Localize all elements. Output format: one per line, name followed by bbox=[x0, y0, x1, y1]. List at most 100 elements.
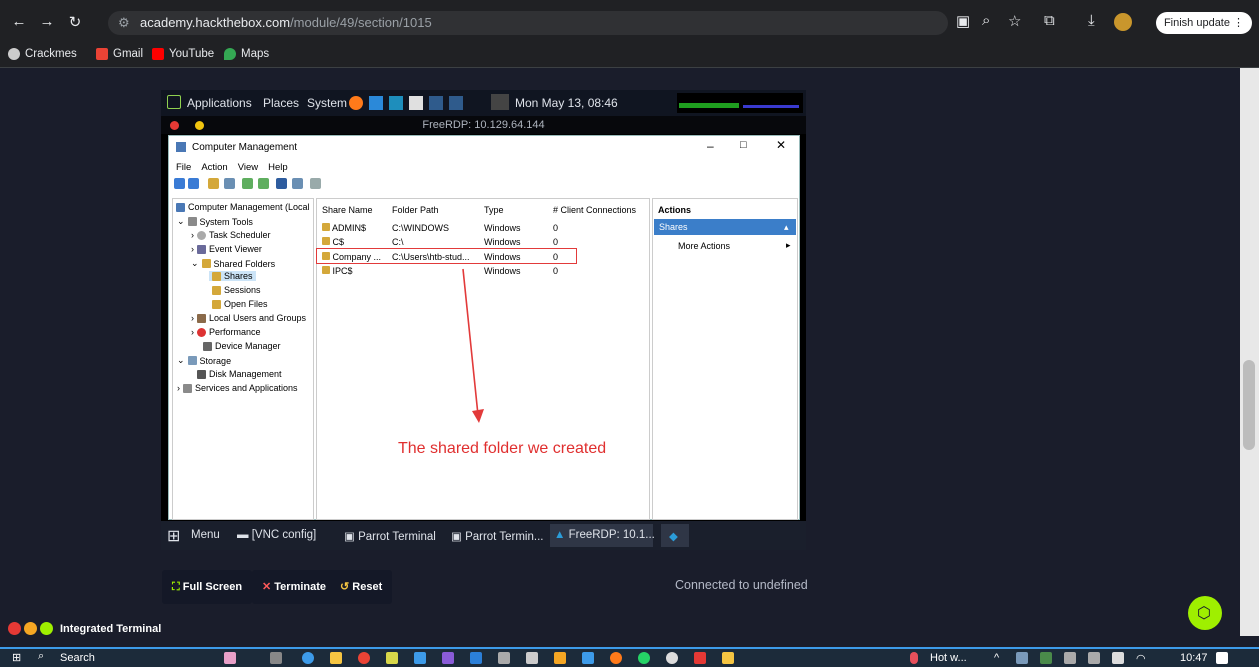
network-icon[interactable] bbox=[389, 96, 403, 110]
weather-widget[interactable]: Hot w... bbox=[930, 652, 967, 664]
reset-button[interactable]: ↺ Reset bbox=[330, 570, 393, 604]
back-icon[interactable]: ← bbox=[10, 13, 28, 30]
taskbar-parrot-icon[interactable]: ◆ bbox=[661, 524, 689, 547]
site-info-icon[interactable]: ⚙ bbox=[118, 11, 130, 35]
chevron-right-icon[interactable]: › bbox=[191, 244, 194, 254]
vscode-icon[interactable] bbox=[470, 652, 482, 664]
htb-cube-button[interactable]: ⬡ bbox=[1188, 596, 1222, 630]
terminal-icon[interactable] bbox=[429, 96, 443, 110]
terminal2-icon[interactable] bbox=[449, 96, 463, 110]
wifi-icon[interactable]: ◠ bbox=[1136, 652, 1146, 665]
tree-computer-management[interactable]: Computer Management (Local bbox=[176, 202, 310, 212]
file-explorer-icon[interactable] bbox=[330, 652, 342, 664]
integrated-terminal-bar[interactable]: Integrated Terminal bbox=[0, 620, 300, 638]
finish-update-button[interactable]: Finish update ⋮ bbox=[1156, 12, 1252, 34]
app-icon-1[interactable] bbox=[386, 652, 398, 664]
taskbar-menu[interactable]: Menu bbox=[191, 529, 220, 541]
minimize-dot-icon[interactable] bbox=[195, 121, 204, 130]
star-icon[interactable]: ☆ bbox=[1008, 12, 1021, 30]
clock-time[interactable]: 10:47 bbox=[1180, 652, 1208, 664]
menu-help[interactable]: Help bbox=[268, 162, 288, 173]
bookmark-maps[interactable]: Maps bbox=[224, 48, 269, 60]
column-folder-path[interactable]: Folder Path bbox=[392, 205, 439, 215]
tree-local-users-groups[interactable]: › Local Users and Groups bbox=[191, 313, 306, 323]
app-icon-8[interactable] bbox=[722, 652, 734, 664]
display-icon[interactable] bbox=[491, 94, 509, 110]
menu-file[interactable]: File bbox=[176, 162, 191, 173]
chevron-right-icon[interactable]: ▸ bbox=[786, 240, 791, 251]
reload-icon[interactable]: ↻ bbox=[66, 13, 84, 31]
expand-icon[interactable]: ⌄ bbox=[177, 216, 185, 227]
tree-shared-folders[interactable]: ⌄ Shared Folders bbox=[191, 258, 275, 269]
tray-icon-1[interactable] bbox=[1016, 652, 1028, 664]
applications-menu[interactable]: Applications bbox=[187, 96, 252, 110]
tray-chevron-icon[interactable]: ^ bbox=[994, 652, 999, 664]
edge-icon[interactable] bbox=[302, 652, 314, 664]
whatsapp-icon[interactable] bbox=[638, 652, 650, 664]
chevron-right-icon[interactable]: › bbox=[191, 327, 194, 337]
chevron-right-icon[interactable]: › bbox=[177, 383, 180, 393]
tray-icon-3[interactable] bbox=[1064, 652, 1076, 664]
back-arrow-icon[interactable] bbox=[174, 178, 185, 189]
app-icon-3[interactable] bbox=[498, 652, 510, 664]
tree-sessions[interactable]: Sessions bbox=[212, 285, 261, 295]
visual-studio-icon[interactable] bbox=[442, 652, 454, 664]
tree-system-tools[interactable]: ⌄ System Tools bbox=[177, 216, 253, 227]
tree-shares[interactable]: Shares bbox=[209, 271, 256, 281]
profile-avatar[interactable] bbox=[1114, 13, 1132, 31]
minimize-button[interactable]: – bbox=[707, 139, 714, 153]
close-dot-icon[interactable] bbox=[170, 121, 179, 130]
search-icon[interactable]: ⌕ bbox=[38, 650, 44, 663]
properties-icon[interactable] bbox=[292, 178, 303, 189]
battery-icon[interactable] bbox=[1112, 652, 1124, 664]
forward-icon[interactable]: → bbox=[38, 13, 56, 30]
minimize-dot-icon[interactable] bbox=[24, 622, 37, 635]
widget-icon[interactable] bbox=[224, 652, 236, 664]
export-icon[interactable] bbox=[258, 178, 269, 189]
bookmark-gmail[interactable]: Gmail bbox=[96, 48, 143, 60]
task-view-icon[interactable] bbox=[270, 652, 282, 664]
menu-action[interactable]: Action bbox=[201, 162, 227, 173]
tree-performance[interactable]: › Performance bbox=[191, 327, 261, 337]
app-icon-5[interactable] bbox=[554, 652, 566, 664]
system-menu[interactable]: System bbox=[307, 96, 347, 110]
tree-task-scheduler[interactable]: › Task Scheduler bbox=[191, 230, 271, 240]
show-tree-icon[interactable] bbox=[224, 178, 235, 189]
menu-grid-icon[interactable]: ⊞ bbox=[167, 526, 180, 546]
extensions-icon[interactable]: ⧉ bbox=[1044, 12, 1055, 29]
settings-icon[interactable] bbox=[666, 652, 678, 664]
clipboard-icon[interactable]: ▣ bbox=[956, 12, 970, 30]
taskbar-parrot-terminal-2[interactable]: ▣ Parrot Termin... bbox=[451, 529, 543, 543]
chrome-icon[interactable] bbox=[358, 652, 370, 664]
tree-open-files[interactable]: Open Files bbox=[212, 299, 268, 309]
search-box[interactable]: Search bbox=[60, 652, 95, 664]
firefox-icon[interactable] bbox=[349, 96, 363, 110]
terminate-button[interactable]: ✕ Terminate bbox=[252, 570, 337, 604]
maximize-button[interactable]: □ bbox=[740, 139, 747, 151]
places-menu[interactable]: Places bbox=[263, 96, 299, 110]
table-row[interactable]: C$ bbox=[322, 237, 344, 247]
actions-shares[interactable]: Shares ▴ bbox=[654, 219, 796, 235]
help-icon[interactable] bbox=[276, 178, 287, 189]
lightning-icon[interactable] bbox=[369, 96, 383, 110]
app-icon-6[interactable] bbox=[582, 652, 594, 664]
column-share-name[interactable]: Share Name bbox=[322, 205, 373, 215]
table-row[interactable]: IPC$ bbox=[322, 266, 353, 276]
page-scrollbar[interactable] bbox=[1240, 68, 1259, 636]
forward-arrow-icon[interactable] bbox=[188, 178, 199, 189]
taskbar-parrot-terminal[interactable]: ▣ Parrot Terminal bbox=[344, 529, 436, 543]
tray-icon-2[interactable] bbox=[1040, 652, 1052, 664]
maximize-dot-icon[interactable] bbox=[40, 622, 53, 635]
refresh-icon[interactable] bbox=[242, 178, 253, 189]
zoom-icon[interactable]: ⌕ bbox=[982, 12, 990, 29]
app-icon-4[interactable] bbox=[526, 652, 538, 664]
app-icon-7[interactable] bbox=[694, 652, 706, 664]
firefox-icon[interactable] bbox=[610, 652, 622, 664]
app-icon-2[interactable] bbox=[414, 652, 426, 664]
close-dot-icon[interactable] bbox=[8, 622, 21, 635]
tree-storage[interactable]: ⌄ Storage bbox=[177, 355, 231, 366]
taskbar-vnc-config[interactable]: ▬ [VNC config] bbox=[237, 529, 316, 541]
tree-disk-management[interactable]: Disk Management bbox=[197, 369, 282, 379]
bookmark-youtube[interactable]: YouTube bbox=[152, 48, 214, 60]
table-row[interactable]: ADMIN$ bbox=[322, 223, 366, 233]
